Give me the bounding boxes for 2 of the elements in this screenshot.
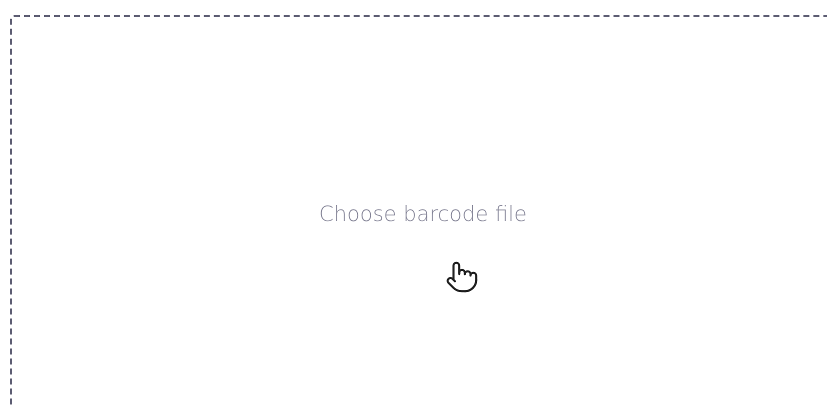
dropzone-label: Choose barcode file [319,202,527,226]
file-drop-zone[interactable]: Choose barcode file [10,15,827,405]
